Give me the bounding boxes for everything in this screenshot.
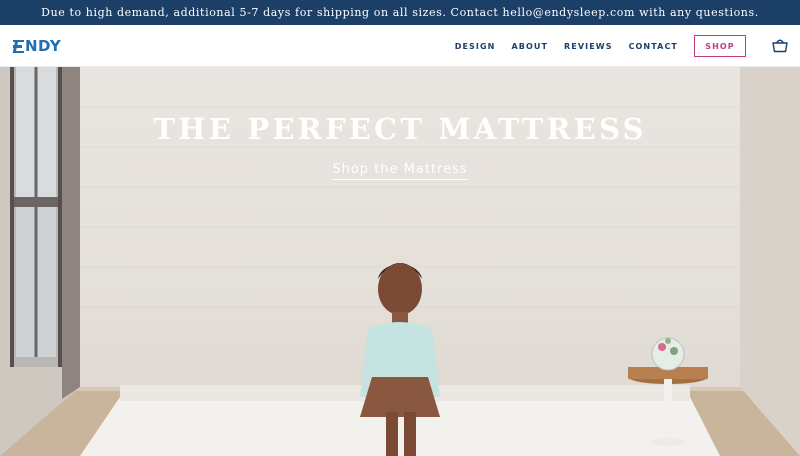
hero-cta-wrapper: Shop the Mattress: [0, 158, 800, 180]
shopping-bag-icon[interactable]: [771, 37, 789, 53]
main-nav: DESIGN ABOUT REVIEWS CONTACT SHOP: [439, 25, 746, 67]
shop-mattress-link[interactable]: Shop the Mattress: [332, 162, 468, 180]
endy-logo[interactable]: NDY: [12, 37, 62, 55]
nav-link-about[interactable]: ABOUT: [511, 42, 548, 51]
hero-title: THE PERFECT MATTRESS: [153, 112, 647, 146]
announcement-text: Due to high demand, additional 5-7 days …: [41, 6, 759, 19]
nav-link-contact[interactable]: CONTACT: [629, 42, 678, 51]
shop-button[interactable]: SHOP: [694, 35, 746, 57]
announcement-bar: Due to high demand, additional 5-7 days …: [0, 0, 800, 25]
site-header: NDY DESIGN ABOUT REVIEWS CONTACT SHOP: [0, 25, 800, 67]
logo-e-mark-icon: [12, 39, 24, 53]
nav-link-reviews[interactable]: REVIEWS: [564, 42, 613, 51]
hero-banner: THE PERFECT MATTRESS Shop the Mattress: [0, 67, 800, 456]
logo-text: NDY: [25, 37, 62, 55]
nav-link-design[interactable]: DESIGN: [455, 42, 496, 51]
